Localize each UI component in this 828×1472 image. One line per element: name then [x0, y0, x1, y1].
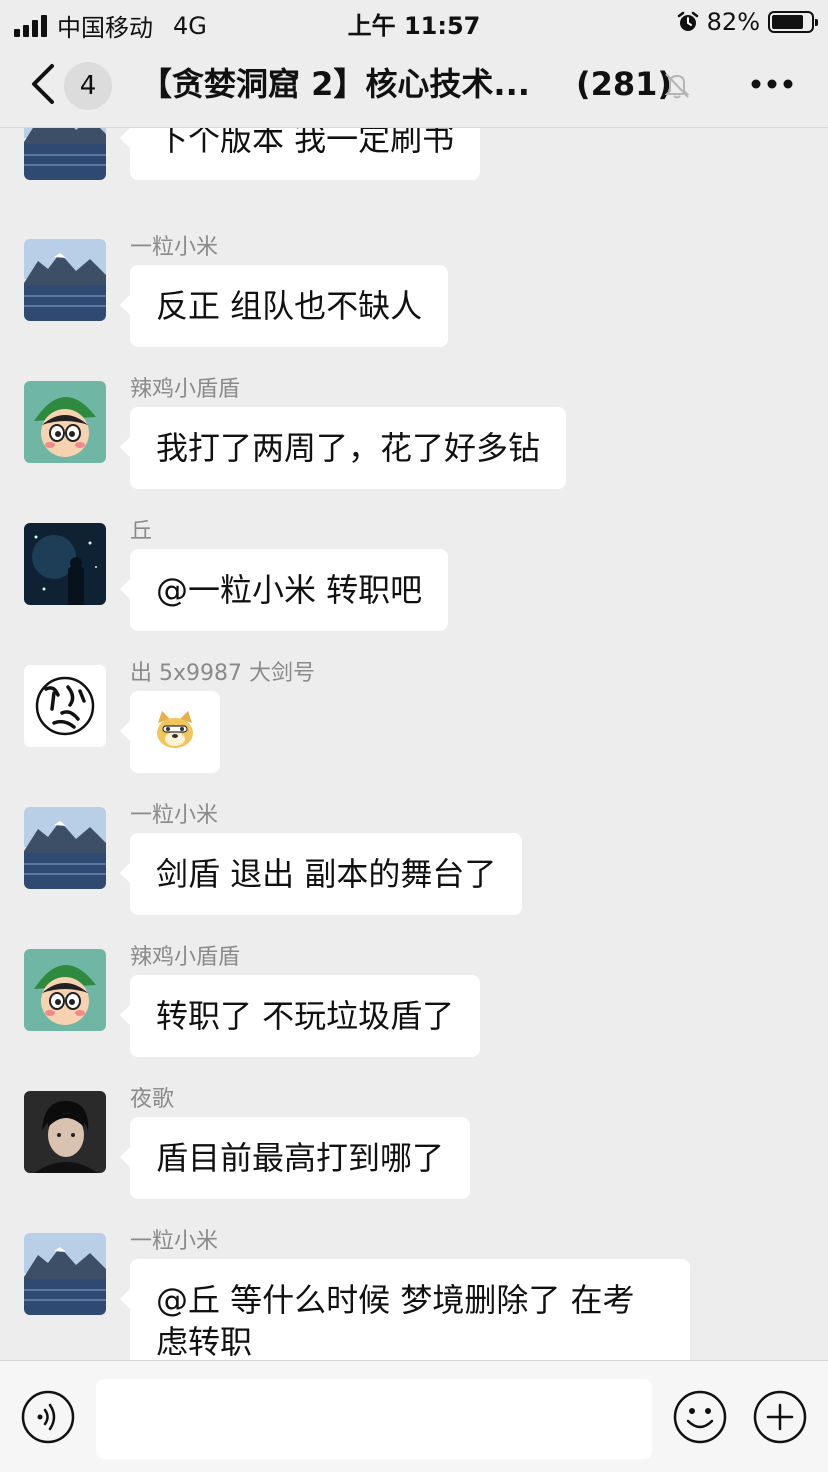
plus-icon — [753, 1390, 807, 1444]
mountain-lake-avatar-icon — [24, 128, 106, 180]
portrait-avatar-icon — [24, 1091, 106, 1173]
mountain-lake-avatar-icon — [24, 239, 106, 321]
avatar[interactable] — [24, 381, 106, 463]
message-bubble[interactable]: 反正 组队也不缺人 — [119, 265, 449, 347]
back-button[interactable] — [28, 62, 58, 106]
voice-icon — [21, 1390, 75, 1444]
message-text: 反正 组队也不缺人 — [156, 287, 423, 325]
avatar[interactable] — [24, 949, 106, 1031]
more-dots-icon — [751, 79, 793, 89]
sender-name: 夜歌 — [130, 1087, 175, 1112]
message-list[interactable]: 下个版本 我一定刷书 一粒小米 反正 组队也不缺人 辣鸡小盾盾 我打了两周了，花… — [0, 128, 828, 1360]
message-bubble[interactable] — [120, 691, 220, 773]
more-options-button[interactable] — [750, 72, 794, 96]
message-bubble[interactable]: @一粒小米 转职吧 — [119, 549, 449, 631]
avatar[interactable] — [24, 523, 106, 605]
message-text: 盾目前最高打到哪了 — [156, 1139, 445, 1177]
sender-name: 辣鸡小盾盾 — [130, 377, 241, 402]
smiley-icon — [673, 1390, 727, 1444]
calligraphy-seal-avatar-icon — [24, 665, 106, 747]
message-text: @丘 等什么时候 梦境删除了 在考虑转职 — [156, 1281, 635, 1360]
message-text: 转职了 不玩垃圾盾了 — [156, 997, 455, 1035]
message-bubble[interactable]: 下个版本 我一定刷书 — [119, 128, 481, 180]
battery-fill — [772, 15, 804, 29]
input-bar — [0, 1360, 828, 1472]
battery-icon — [768, 11, 818, 33]
avatar[interactable] — [24, 1091, 106, 1173]
mountain-lake-avatar-icon — [24, 1233, 106, 1315]
message-bubble[interactable]: 剑盾 退出 副本的舞台了 — [119, 833, 523, 915]
starry-night-avatar-icon — [24, 523, 106, 605]
message-text: 下个版本 我一定刷书 — [156, 128, 455, 158]
avatar[interactable] — [24, 128, 106, 180]
battery-percent: 82% — [706, 8, 760, 36]
message-bubble[interactable]: 我打了两周了，花了好多钻 — [119, 407, 567, 489]
sender-name: 一粒小米 — [130, 1229, 219, 1254]
cartoon-boy-avatar-icon — [24, 381, 106, 463]
message-text: 我打了两周了，花了好多钻 — [156, 429, 541, 467]
sender-name: 出 5x9987 大剑号 — [130, 661, 315, 686]
sender-name: 辣鸡小盾盾 — [130, 945, 241, 970]
message-bubble[interactable]: 转职了 不玩垃圾盾了 — [119, 975, 481, 1057]
more-functions-button[interactable] — [752, 1389, 808, 1445]
message-bubble[interactable]: @丘 等什么时候 梦境删除了 在考虑转职 — [120, 1259, 690, 1360]
status-bar: 中国移动 4G 上午 11:57 82% — [0, 0, 828, 42]
message-bubble[interactable]: 盾目前最高打到哪了 — [119, 1117, 471, 1199]
alarm-icon — [677, 11, 698, 31]
message-input[interactable] — [96, 1379, 652, 1459]
unread-count-badge[interactable]: 4 — [64, 62, 112, 110]
message-text: @一粒小米 转职吧 — [156, 571, 423, 609]
sender-name: 一粒小米 — [130, 803, 219, 828]
emoji-button[interactable] — [672, 1389, 728, 1445]
voice-button[interactable] — [20, 1389, 76, 1445]
mountain-lake-avatar-icon — [24, 807, 106, 889]
message-text: 剑盾 退出 副本的舞台了 — [156, 855, 497, 893]
chat-screen: 中国移动 4G 上午 11:57 82% 4 【贪婪洞窟 2】核心技术... (… — [0, 0, 828, 1472]
avatar[interactable] — [24, 807, 106, 889]
cartoon-boy-avatar-icon — [24, 949, 106, 1031]
chat-header: 4 【贪婪洞窟 2】核心技术... (281) — [0, 42, 828, 128]
chevron-left-icon — [32, 64, 54, 104]
chat-title: 【贪婪洞窟 2】核心技术... — [140, 65, 530, 103]
avatar[interactable] — [24, 665, 106, 747]
member-count: (281) — [576, 65, 673, 103]
mute-bell-icon — [662, 70, 692, 100]
avatar[interactable] — [24, 1233, 106, 1315]
avatar[interactable] — [24, 239, 106, 321]
doge-emoji-icon — [157, 711, 193, 748]
sender-name: 一粒小米 — [130, 235, 219, 260]
status-right: 82% — [677, 8, 818, 36]
sender-name: 丘 — [130, 519, 153, 544]
